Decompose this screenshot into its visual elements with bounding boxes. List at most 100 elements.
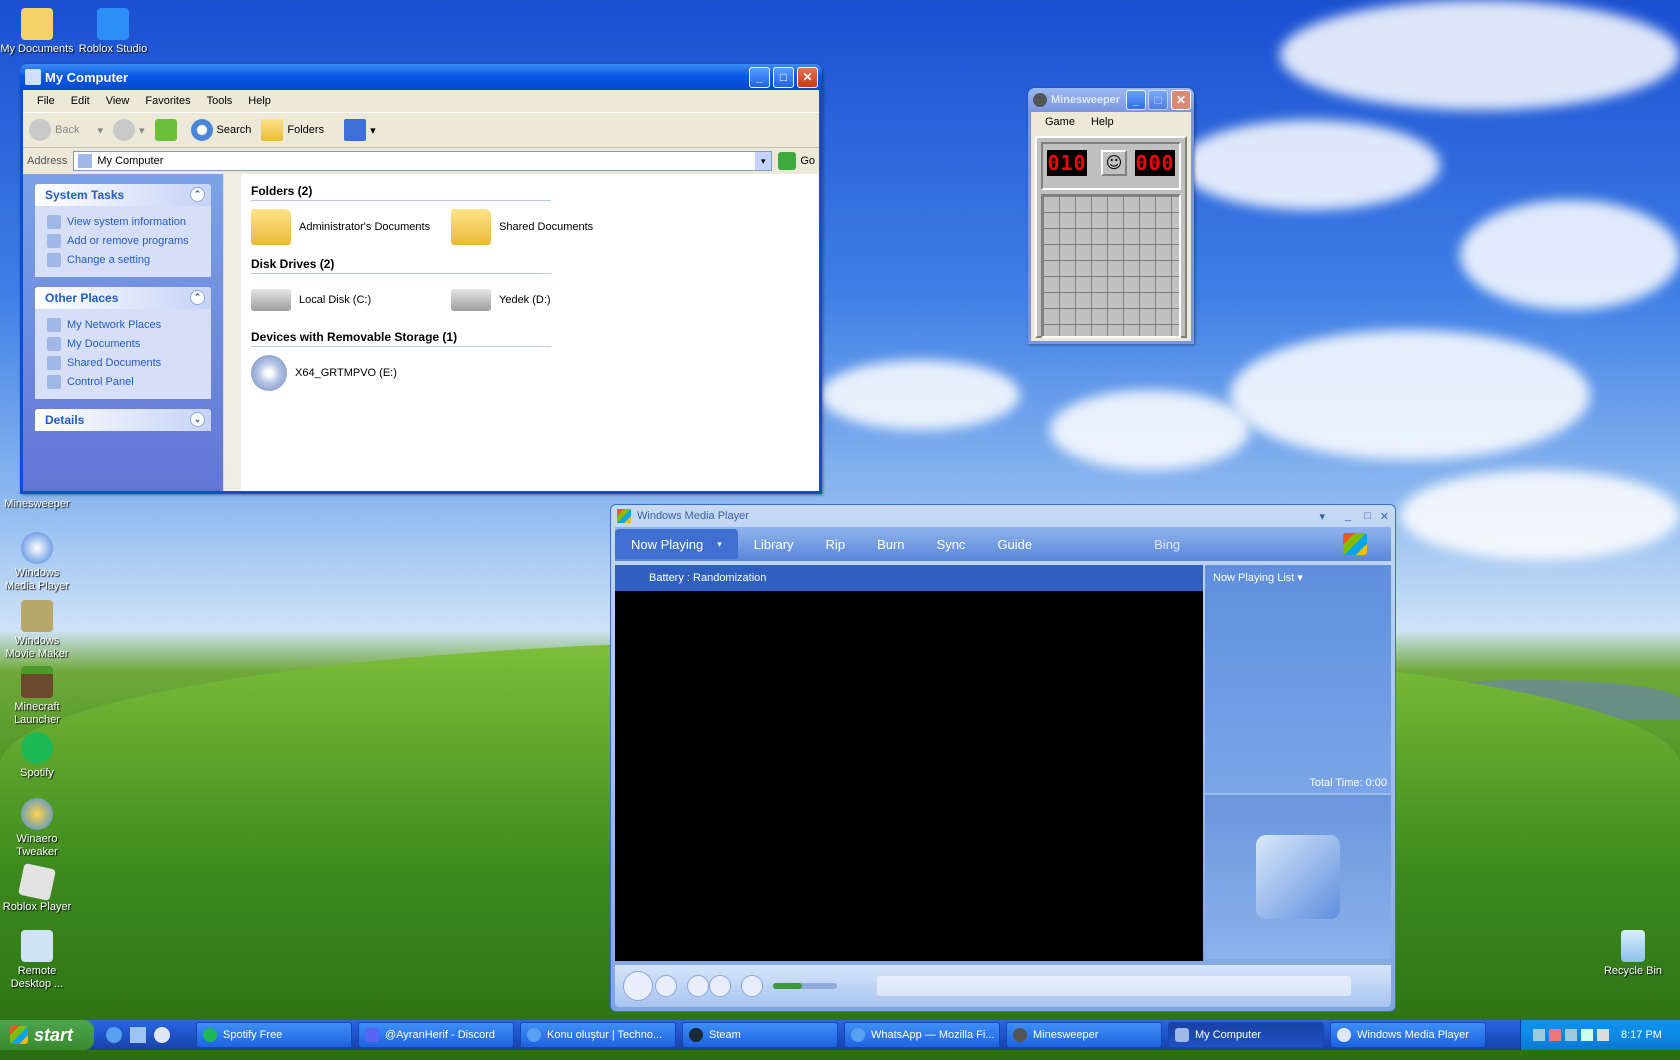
menu-tools[interactable]: Tools [199, 95, 241, 107]
desktop-icon-wmp[interactable]: Windows Media Player [0, 532, 74, 593]
tray-icon[interactable] [1549, 1029, 1561, 1041]
volume-slider[interactable] [773, 983, 837, 989]
collapse-chevron-icon[interactable]: ⌃ [190, 187, 205, 202]
title-bar[interactable]: My Computer _ □ ✕ [20, 64, 822, 90]
network-icon[interactable] [1581, 1029, 1593, 1041]
maximize-button[interactable]: □ [773, 67, 794, 88]
windows-logo-icon[interactable] [1343, 533, 1367, 555]
task-change-setting[interactable]: Change a setting [47, 250, 201, 269]
folders-button[interactable]: Folders [261, 119, 324, 141]
show-desktop-icon[interactable] [130, 1027, 146, 1043]
expand-chevron-icon[interactable]: ⌄ [190, 412, 205, 427]
task-whatsapp-firefox[interactable]: WhatsApp — Mozilla Fi... [844, 1022, 1000, 1048]
menu-help[interactable]: Help [240, 95, 279, 107]
task-view-system-info[interactable]: View system information [47, 212, 201, 231]
system-tasks-header[interactable]: System Tasks ⌃ [35, 184, 211, 206]
drive-yedek-d[interactable]: Yedek (D:) [451, 289, 651, 311]
drive-local-disk-c[interactable]: Local Disk (C:) [251, 289, 451, 311]
desktop-icon-my-documents[interactable]: My Documents [0, 8, 74, 56]
play-button[interactable] [623, 971, 653, 1001]
close-button[interactable]: ✕ [1380, 510, 1389, 523]
search-button[interactable]: Search [190, 119, 251, 141]
internet-explorer-icon[interactable] [106, 1027, 122, 1043]
tab-now-playing[interactable]: Now Playing ▾ [615, 529, 738, 559]
close-button[interactable]: ✕ [797, 67, 818, 88]
tab-burn[interactable]: Burn [861, 529, 920, 559]
desktop-icon-roblox-player[interactable]: Roblox Player [0, 863, 74, 914]
seek-bar[interactable] [877, 976, 1351, 996]
place-network[interactable]: My Network Places [47, 315, 201, 334]
video-area[interactable] [615, 591, 1203, 961]
tray-icon[interactable] [1533, 1029, 1545, 1041]
desktop-icon-minesweeper[interactable]: Minesweeper [0, 498, 74, 511]
dropdown-arrow-icon[interactable]: ▾ [755, 152, 772, 170]
group-header-removable: Devices with Removable Storage (1) [251, 330, 551, 347]
tab-bing[interactable]: Bing [1138, 529, 1196, 559]
mute-button[interactable] [741, 975, 763, 997]
tab-sync[interactable]: Sync [921, 529, 982, 559]
desktop-icon-roblox-studio[interactable]: Roblox Studio [76, 8, 150, 56]
task-browser-konu[interactable]: Konu oluştur | Techno... [520, 1022, 676, 1048]
forward-button[interactable]: ▾ [113, 119, 145, 141]
menu-favorites[interactable]: Favorites [137, 95, 198, 107]
minimize-button[interactable]: _ [1345, 510, 1351, 522]
task-windows-media-player[interactable]: Windows Media Player [1330, 1022, 1486, 1048]
tab-library[interactable]: Library [738, 529, 810, 559]
minimize-button[interactable]: _ [749, 67, 770, 88]
media-player-quicklaunch-icon[interactable] [154, 1027, 170, 1043]
up-folder-button[interactable] [154, 119, 181, 141]
drive-removable-e[interactable]: X64_GRTMPVO (E:) [251, 355, 511, 391]
tray-icon[interactable] [1565, 1029, 1577, 1041]
collapse-chevron-icon[interactable]: ⌃ [190, 290, 205, 305]
task-minesweeper[interactable]: Minesweeper [1006, 1022, 1162, 1048]
task-spotify[interactable]: Spotify Free [196, 1022, 352, 1048]
desktop-icon-spotify[interactable]: Spotify [0, 732, 74, 780]
place-shared-documents[interactable]: Shared Documents [47, 353, 201, 372]
desktop-icon-recycle-bin[interactable]: Recycle Bin [1596, 930, 1670, 978]
desktop-icon-winaero[interactable]: Winaero Tweaker [0, 798, 74, 859]
maximize-button[interactable]: □ [1364, 510, 1371, 522]
close-button[interactable]: ✕ [1171, 90, 1191, 110]
menu-game[interactable]: Game [1037, 116, 1083, 128]
tab-guide[interactable]: Guide [981, 529, 1048, 559]
task-steam[interactable]: Steam [682, 1022, 838, 1048]
task-my-computer[interactable]: My Computer [1168, 1022, 1324, 1048]
details-header[interactable]: Details ⌄ [35, 409, 211, 431]
task-add-remove-programs[interactable]: Add or remove programs [47, 231, 201, 250]
now-playing-list-dropdown[interactable]: Now Playing List ▾ [1205, 565, 1391, 590]
menu-file[interactable]: File [29, 95, 63, 107]
desktop-icon-minecraft[interactable]: Minecraft Launcher [0, 666, 74, 727]
go-button[interactable]: Go [800, 155, 815, 167]
tab-rip[interactable]: Rip [810, 529, 862, 559]
menu-arrow-icon[interactable]: ▾ [1319, 510, 1325, 523]
views-button[interactable]: ▾ [344, 119, 376, 141]
other-places-header[interactable]: Other Places ⌃ [35, 287, 211, 309]
clock[interactable]: 8:17 PM [1621, 1029, 1662, 1041]
next-button[interactable] [709, 975, 731, 997]
volume-icon[interactable] [1597, 1029, 1609, 1041]
title-bar[interactable]: Minesweeper _ □ ✕ [1028, 88, 1194, 112]
back-button[interactable]: Back ▾ [29, 119, 103, 141]
start-button[interactable]: start [0, 1020, 94, 1050]
menu-edit[interactable]: Edit [63, 95, 98, 107]
menu-help[interactable]: Help [1083, 116, 1122, 128]
visualization-name[interactable]: Battery : Randomization [649, 572, 766, 584]
desktop-icon-movie-maker[interactable]: Windows Movie Maker [0, 600, 74, 661]
mine-grid[interactable] [1041, 194, 1181, 338]
place-control-panel[interactable]: Control Panel [47, 372, 201, 391]
folder-shared-documents[interactable]: Shared Documents [451, 209, 651, 245]
wmp-title-bar[interactable]: Windows Media Player ▾ _ □ ✕ [611, 505, 1395, 527]
previous-button[interactable] [687, 975, 709, 997]
folder-administrators-documents[interactable]: Administrator's Documents [251, 209, 451, 245]
task-discord[interactable]: @AyranHerif - Discord [358, 1022, 514, 1048]
go-arrow-icon[interactable] [778, 152, 797, 170]
menu-view[interactable]: View [98, 95, 138, 107]
smiley-reset-button[interactable]: ☺ [1101, 150, 1127, 176]
address-input[interactable]: My Computer ▾ [73, 151, 773, 171]
media-player-window: Windows Media Player ▾ _ □ ✕ Now Playing… [610, 504, 1396, 1012]
task-pane-scrollbar[interactable] [223, 174, 241, 491]
desktop-icon-remote-desktop[interactable]: Remote Desktop ... [0, 930, 74, 991]
minimize-button[interactable]: _ [1126, 90, 1146, 110]
place-my-documents[interactable]: My Documents [47, 334, 201, 353]
stop-button[interactable] [655, 975, 677, 997]
